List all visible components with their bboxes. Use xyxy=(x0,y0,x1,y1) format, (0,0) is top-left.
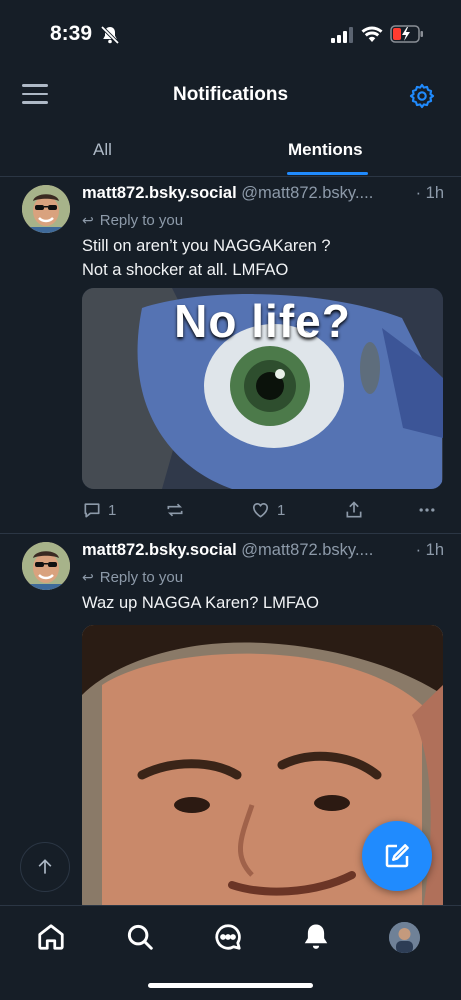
status-bar: 8:39 xyxy=(0,0,461,70)
post-media-gif[interactable]: No life? xyxy=(82,288,443,489)
post-time: · 1h xyxy=(411,184,444,203)
active-tab-indicator xyxy=(287,172,368,175)
repost-icon xyxy=(167,503,183,517)
like-button[interactable]: 1 xyxy=(250,500,285,520)
post-time: · 1h xyxy=(411,541,444,560)
compose-icon xyxy=(385,844,409,868)
tab-mentions[interactable]: Mentions xyxy=(288,140,363,160)
tab-all[interactable]: All xyxy=(93,140,112,160)
wifi-icon xyxy=(361,25,383,48)
display-name[interactable]: matt872.bsky.social xyxy=(82,541,237,559)
reply-arrow-icon: ↩ xyxy=(82,212,94,228)
profile-avatar[interactable] xyxy=(389,922,420,953)
reply-to-label: ↩ Reply to you xyxy=(82,569,183,586)
bell-icon[interactable] xyxy=(301,922,331,957)
avatar[interactable] xyxy=(22,542,70,590)
post-header: matt872.bsky.social @matt872.bsky.... · … xyxy=(82,184,444,203)
like-count: 1 xyxy=(277,501,286,519)
handle[interactable]: @matt872.bsky.... xyxy=(241,541,373,559)
battery-charging-icon xyxy=(390,25,424,48)
reply-icon xyxy=(84,503,100,518)
ellipsis-icon xyxy=(419,508,435,512)
heart-icon xyxy=(253,502,268,518)
home-indicator xyxy=(148,983,313,988)
home-icon[interactable] xyxy=(36,922,66,957)
reply-label-text: Reply to you xyxy=(99,212,184,229)
post-actions: 1 1 xyxy=(82,500,444,524)
header: Notifications xyxy=(0,70,461,122)
avatar[interactable] xyxy=(22,185,70,233)
post-text: Still on aren’t you NAGGAKaren ? Not a s… xyxy=(82,237,331,279)
gear-icon[interactable] xyxy=(408,82,436,115)
notification-tabs: All Mentions xyxy=(0,122,461,177)
reply-button[interactable]: 1 xyxy=(82,500,116,520)
share-button[interactable] xyxy=(344,500,370,520)
status-time: 8:39 xyxy=(50,22,93,45)
reply-label-text: Reply to you xyxy=(99,569,184,586)
bell-slash-icon xyxy=(100,25,120,50)
compose-post-button[interactable] xyxy=(362,821,432,891)
reply-count: 1 xyxy=(108,501,117,519)
reply-to-label: ↩ Reply to you xyxy=(82,212,183,229)
post-header: matt872.bsky.social @matt872.bsky.... · … xyxy=(82,541,444,560)
display-name[interactable]: matt872.bsky.social xyxy=(82,184,237,202)
post-text: Waz up NAGGA Karen? LMFAO xyxy=(82,594,319,612)
chat-icon[interactable] xyxy=(213,922,243,957)
media-caption: No life? xyxy=(174,295,351,347)
more-options-button[interactable] xyxy=(416,500,444,520)
search-icon[interactable] xyxy=(125,922,155,957)
post[interactable]: matt872.bsky.social @matt872.bsky.... · … xyxy=(0,178,461,534)
share-icon xyxy=(346,501,362,518)
reply-arrow-icon: ↩ xyxy=(82,569,94,585)
scroll-to-top-button[interactable] xyxy=(20,842,70,892)
arrow-up-icon xyxy=(38,859,52,874)
handle[interactable]: @matt872.bsky.... xyxy=(241,184,373,202)
page-title: Notifications xyxy=(172,84,289,105)
signal-icon xyxy=(331,27,355,48)
repost-button[interactable] xyxy=(165,500,191,520)
